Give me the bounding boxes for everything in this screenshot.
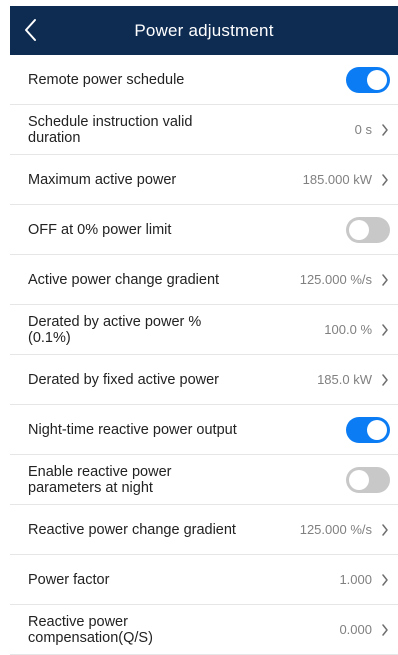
setting-label: OFF at 0% power limit	[28, 221, 172, 238]
setting-value: 0 s	[354, 122, 372, 137]
setting-row-power-factor[interactable]: Power factor 1.000	[10, 555, 398, 605]
toggle-enable-reactive-power-parameters-at-night[interactable]	[346, 466, 390, 493]
screen: Power adjustment Remote power schedule S…	[0, 0, 398, 655]
setting-value: 125.000 %/s	[299, 272, 372, 287]
toggle-remote-power-schedule[interactable]	[346, 66, 390, 93]
setting-label: Reactive power compensation(Q/S)	[28, 613, 153, 646]
setting-row-derated-by-active-power-percent[interactable]: Derated by active power % (0.1%) 100.0 %	[10, 305, 398, 355]
setting-row-reactive-power-change-gradient[interactable]: Reactive power change gradient 125.000 %…	[10, 505, 398, 555]
setting-value: 100.0 %	[324, 322, 372, 337]
chevron-right-icon	[380, 173, 390, 187]
setting-label: Reactive power change gradient	[28, 521, 236, 538]
top-bar: Power adjustment	[10, 6, 398, 55]
setting-row-off-at-0-power-limit: OFF at 0% power limit	[10, 205, 398, 255]
chevron-right-icon	[380, 373, 390, 387]
setting-value: 0.000	[339, 622, 372, 637]
setting-value: 185.000 kW	[302, 172, 372, 187]
setting-label: Derated by fixed active power	[28, 371, 220, 388]
setting-row-remote-power-schedule: Remote power schedule	[10, 55, 398, 105]
setting-row-enable-reactive-power-parameters-at-night: Enable reactive power parameters at nigh…	[10, 455, 398, 505]
settings-list: Remote power schedule Schedule instructi…	[10, 55, 398, 655]
toggle-knob	[349, 219, 369, 240]
setting-row-active-power-change-gradient[interactable]: Active power change gradient 125.000 %/s	[10, 255, 398, 305]
toggle-knob	[349, 469, 369, 490]
chevron-right-icon	[380, 573, 390, 587]
setting-row-schedule-instruction-valid-duration[interactable]: Schedule instruction valid duration 0 s	[10, 105, 398, 155]
toggle-knob	[367, 69, 387, 90]
setting-label: Night-time reactive power output	[28, 421, 237, 438]
setting-label: Maximum active power	[28, 171, 177, 188]
chevron-left-icon	[25, 19, 36, 41]
setting-row-night-time-reactive-power-output: Night-time reactive power output	[10, 405, 398, 455]
chevron-right-icon	[380, 323, 390, 337]
toggle-off-at-0-power-limit[interactable]	[346, 216, 390, 243]
setting-label: Derated by active power % (0.1%)	[28, 313, 202, 346]
page-title: Power adjustment	[134, 20, 274, 40]
setting-value: 125.000 %/s	[299, 522, 372, 537]
setting-row-maximum-active-power[interactable]: Maximum active power 185.000 kW	[10, 155, 398, 205]
setting-label: Schedule instruction valid duration	[28, 113, 193, 146]
chevron-right-icon	[380, 523, 390, 537]
chevron-right-icon	[380, 273, 390, 287]
setting-row-reactive-power-compensation[interactable]: Reactive power compensation(Q/S) 0.000	[10, 605, 398, 655]
toggle-knob	[367, 419, 387, 440]
setting-label: Remote power schedule	[28, 71, 185, 88]
setting-value: 185.0 kW	[317, 372, 372, 387]
setting-value: 1.000	[339, 572, 372, 587]
setting-label: Power factor	[28, 571, 110, 588]
chevron-right-icon	[380, 623, 390, 637]
toggle-night-time-reactive-power-output[interactable]	[346, 416, 390, 443]
back-button[interactable]	[20, 16, 40, 44]
setting-label: Active power change gradient	[28, 271, 220, 288]
chevron-right-icon	[380, 123, 390, 137]
setting-row-derated-by-fixed-active-power[interactable]: Derated by fixed active power 185.0 kW	[10, 355, 398, 405]
setting-label: Enable reactive power parameters at nigh…	[28, 463, 172, 496]
